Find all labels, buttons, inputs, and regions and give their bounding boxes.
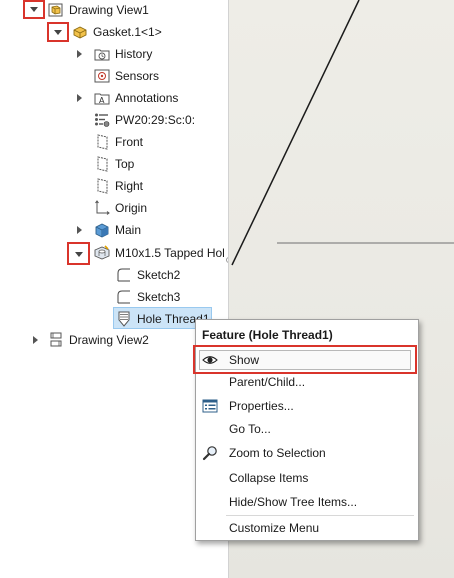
material-icon xyxy=(94,112,110,128)
tree-item-main[interactable]: Main xyxy=(94,220,141,240)
menu-item-label: Customize Menu xyxy=(229,521,320,535)
menu-item-label: Zoom to Selection xyxy=(229,446,326,460)
tree-item-annotations[interactable]: A Annotations xyxy=(94,88,178,108)
expand-arrow-history[interactable] xyxy=(75,49,85,59)
menu-item-parent-child[interactable]: Parent/Child... xyxy=(196,371,418,393)
tree-item-front-plane[interactable]: Front xyxy=(94,132,143,152)
menu-item-properties[interactable]: Properties... xyxy=(196,395,418,417)
tree-item-label: Sketch2 xyxy=(137,268,181,282)
menu-item-label: Collapse Items xyxy=(229,471,309,485)
collapse-arrow-tapped-hole[interactable] xyxy=(74,250,84,260)
tree-item-right-plane[interactable]: Right xyxy=(94,176,143,196)
tree-item-label: Drawing View2 xyxy=(69,333,149,347)
tree-item-sensors[interactable]: Sensors xyxy=(94,66,159,86)
tree-item-label: PW20:29:Sc:0: xyxy=(115,113,196,127)
sketch-icon xyxy=(116,267,132,283)
tree-item-label: Sensors xyxy=(115,69,160,83)
tree-item-label: Gasket.1<1> xyxy=(93,25,162,39)
menu-item-customize-menu[interactable]: Customize Menu xyxy=(196,517,418,539)
menu-item-label: Go To... xyxy=(229,422,271,436)
tree-item-label: Front xyxy=(115,135,144,149)
tree-item-drawing-view1[interactable]: Drawing View1 xyxy=(48,0,149,20)
drawing-view-icon xyxy=(48,2,64,18)
extrude-feature-icon xyxy=(94,222,110,238)
menu-item-label: Parent/Child... xyxy=(229,375,306,389)
history-folder-icon xyxy=(94,46,110,62)
tree-item-label: Right xyxy=(115,179,144,193)
tree-item-drawing-view2[interactable]: Drawing View2 xyxy=(48,330,149,350)
expand-arrow-drawing-view2[interactable] xyxy=(31,335,41,345)
menu-item-zoom-to-selection[interactable]: Zoom to Selection xyxy=(196,442,418,464)
tree-item-label: Main xyxy=(115,223,142,237)
menu-separator xyxy=(226,515,414,516)
menu-item-go-to[interactable]: Go To... xyxy=(196,418,418,440)
collapse-arrow-gasket[interactable] xyxy=(53,28,63,38)
tree-item-label: M10x1.5 Tapped Hol xyxy=(115,246,225,260)
context-menu-title: Feature (Hole Thread1) xyxy=(202,328,333,342)
cosmetic-thread-icon xyxy=(116,311,132,327)
menu-item-label: Hide/Show Tree Items... xyxy=(229,495,358,509)
plane-icon xyxy=(94,178,110,194)
tree-item-label: Top xyxy=(115,157,135,171)
tree-item-label: Drawing View1 xyxy=(69,3,149,17)
tree-item-label: Origin xyxy=(115,201,148,215)
svg-text:A: A xyxy=(99,96,105,105)
tree-item-sketch3[interactable]: Sketch3 xyxy=(116,287,180,307)
annotations-icon: A xyxy=(94,90,110,106)
collapse-arrow-drawing-view1[interactable] xyxy=(29,5,39,15)
tree-item-gasket[interactable]: Gasket.1<1> xyxy=(72,22,162,42)
tree-item-label: Sketch3 xyxy=(137,290,181,304)
sensors-icon xyxy=(94,68,110,84)
tree-item-material[interactable]: PW20:29:Sc:0: xyxy=(94,110,195,130)
tree-item-origin[interactable]: Origin xyxy=(94,198,147,218)
menu-item-highlight-box xyxy=(193,345,417,374)
origin-icon xyxy=(94,200,110,216)
menu-item-collapse-items[interactable]: Collapse Items xyxy=(196,467,418,489)
feature-manager-tree: Drawing View1 Gasket.1<1> History Sensor… xyxy=(0,0,232,578)
hole-wizard-icon xyxy=(94,245,110,261)
tree-item-history[interactable]: History xyxy=(94,44,152,64)
sketch-icon xyxy=(116,289,132,305)
tree-item-sketch2[interactable]: Sketch2 xyxy=(116,265,180,285)
tree-item-label: History xyxy=(115,47,153,61)
menu-item-hide-show-tree-items[interactable]: Hide/Show Tree Items... xyxy=(196,491,418,513)
tree-item-tapped-hole[interactable]: M10x1.5 Tapped Hol xyxy=(94,243,225,263)
menu-item-label: Properties... xyxy=(229,399,294,413)
plane-icon xyxy=(94,134,110,150)
expand-arrow-main[interactable] xyxy=(75,225,85,235)
zoom-icon xyxy=(202,445,218,461)
expand-arrow-annotations[interactable] xyxy=(75,93,85,103)
properties-icon xyxy=(202,398,218,414)
plane-icon xyxy=(94,156,110,172)
part-icon xyxy=(72,24,88,40)
drawing-view-icon xyxy=(48,332,64,348)
context-menu: Feature (Hole Thread1) Show Parent/Child… xyxy=(193,319,419,541)
tree-item-top-plane[interactable]: Top xyxy=(94,154,134,174)
tree-item-label: Annotations xyxy=(115,91,179,105)
